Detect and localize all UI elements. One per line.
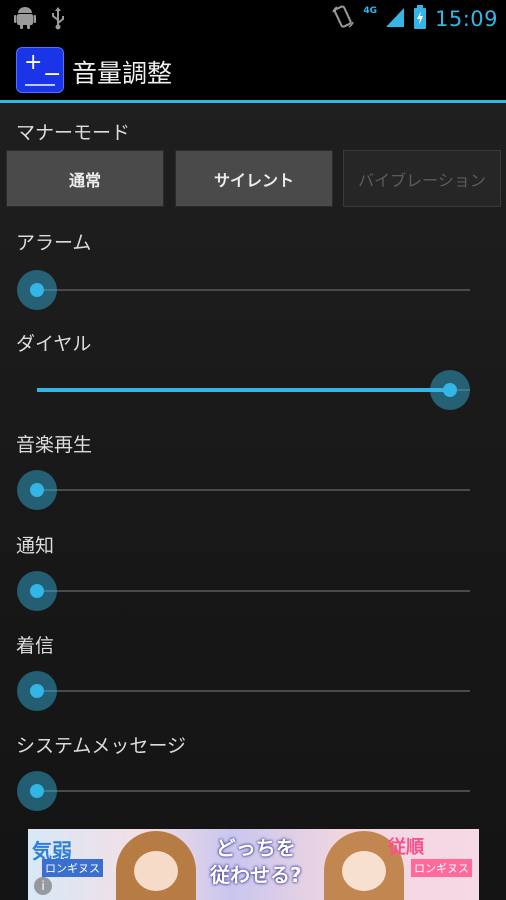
ad-right-text: 従順 <box>388 837 424 858</box>
ringtone-volume-thumb[interactable] <box>17 671 57 711</box>
ringtone-volume-slider[interactable] <box>17 671 470 711</box>
alarm-volume-slider[interactable] <box>17 270 470 310</box>
alarm-volume-thumb[interactable] <box>17 270 57 310</box>
usb-icon <box>50 6 66 34</box>
ad-character-left <box>116 831 196 900</box>
normal-mode-button[interactable]: 通常 <box>6 150 164 207</box>
music-volume-thumb[interactable] <box>17 470 57 510</box>
dial-volume-thumb[interactable] <box>430 370 470 410</box>
ad-info-icon[interactable]: i <box>34 877 52 895</box>
rotation-icon <box>331 4 355 34</box>
system-volume-slider[interactable] <box>17 771 470 811</box>
status-bar: 4G 15:09 <box>0 0 506 38</box>
music-volume-slider[interactable] <box>17 470 470 510</box>
volume-control-app-icon[interactable]: + − <box>16 47 64 93</box>
notification-volume-label: 通知 <box>16 535 55 557</box>
android-icon <box>14 6 36 34</box>
ad-headline-line1: どっちを <box>215 836 296 860</box>
ad-headline-line2: 従わせる? <box>210 863 302 887</box>
app-title: 音量調整 <box>72 59 173 88</box>
ringtone-volume-label: 着信 <box>16 635 55 657</box>
notification-volume-thumb[interactable] <box>17 571 57 611</box>
dial-volume-label: ダイヤル <box>16 333 92 355</box>
ad-left-subtext: ロンギヌス <box>42 859 103 877</box>
system-volume-label: システムメッセージ <box>16 735 187 757</box>
ad-banner[interactable]: 気弱 ロンギヌス どっちを 従わせる? 従順 ロンギヌス i <box>28 829 479 900</box>
notification-volume-slider[interactable] <box>17 571 470 611</box>
dial-volume-slider[interactable] <box>17 370 470 410</box>
action-bar: + − 音量調整 <box>0 38 506 100</box>
battery-icon <box>413 4 427 34</box>
system-volume-thumb[interactable] <box>17 771 57 811</box>
network-type: 4G <box>363 6 377 16</box>
vibration-mode-button[interactable]: バイブレーション <box>343 150 501 207</box>
alarm-volume-label: アラーム <box>16 232 92 254</box>
music-volume-label: 音楽再生 <box>16 434 93 456</box>
silent-mode-button[interactable]: サイレント <box>175 150 333 207</box>
clock: 15:09 <box>434 7 498 31</box>
ad-headline: どっちを 従わせる? <box>210 835 302 889</box>
signal-icon <box>385 5 405 33</box>
ad-right-subtext: ロンギヌス <box>411 859 472 877</box>
manner-mode-label: マナーモード <box>16 122 131 144</box>
settings-content: マナーモード 通常 サイレント バイブレーション アラーム ダイヤル 音楽再生 … <box>0 103 506 900</box>
